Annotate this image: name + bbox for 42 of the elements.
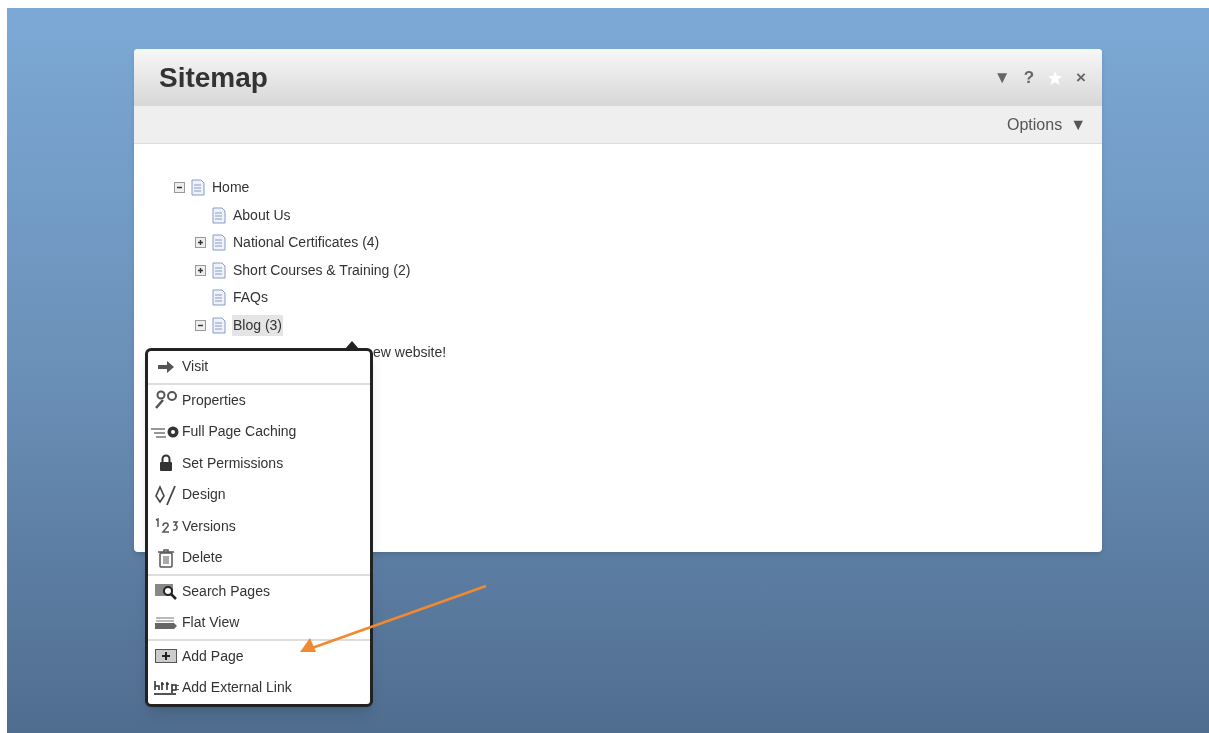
lock-icon [159, 454, 173, 473]
tree-item-label[interactable]: Home [211, 177, 251, 199]
options-dropdown[interactable]: Options ▼ [1007, 112, 1086, 137]
page-icon [212, 206, 226, 224]
add-page-icon [155, 649, 177, 664]
page-icon [212, 261, 226, 279]
menu-item[interactable]: Set Permissions [148, 447, 370, 479]
menu-item[interactable]: Add Page [148, 640, 370, 672]
tree-item-label[interactable]: ew website! [373, 342, 447, 364]
page-icon [212, 316, 226, 334]
trash-icon [157, 547, 175, 568]
menu-item[interactable]: Versions [148, 510, 370, 542]
list-icon [154, 615, 178, 630]
menu-item[interactable]: Flat View [148, 607, 370, 639]
link-icon [153, 679, 179, 696]
menu-item[interactable]: Design [148, 479, 370, 511]
panel-control[interactable]: ▼ [993, 64, 1011, 91]
menu-item[interactable]: Visit [148, 351, 370, 383]
expand-icon[interactable] [195, 237, 206, 249]
tree-item-label[interactable]: FAQs [232, 287, 269, 309]
page-icon [212, 289, 226, 307]
tree-item-label[interactable]: About Us [232, 204, 292, 226]
panel-control[interactable]: ? [1023, 64, 1035, 91]
tree-item-label[interactable]: National Certificates (4) [232, 232, 381, 254]
menu-item[interactable]: Search Pages [148, 575, 370, 607]
search-icon [154, 582, 178, 601]
numbers-icon [153, 518, 179, 535]
page-icon [191, 179, 205, 197]
panel-title: Sitemap [159, 60, 268, 95]
menu-item[interactable]: Add External Link [148, 672, 370, 704]
panel-control[interactable]: × [1076, 64, 1086, 91]
menu-item[interactable]: Delete [148, 542, 370, 574]
page-icon [212, 234, 226, 252]
tree-item-label[interactable]: Short Courses & Training (2) [232, 259, 412, 281]
collapse-icon[interactable] [174, 182, 185, 194]
menu-item[interactable]: Properties [148, 384, 370, 416]
star-icon[interactable] [1047, 69, 1064, 86]
expand-icon[interactable] [195, 264, 206, 276]
menu-item[interactable]: Full Page Caching [148, 416, 370, 448]
arrow-icon [157, 359, 175, 374]
tree-item-label[interactable]: Blog (3) [232, 314, 284, 336]
collapse-icon[interactable] [195, 319, 206, 331]
